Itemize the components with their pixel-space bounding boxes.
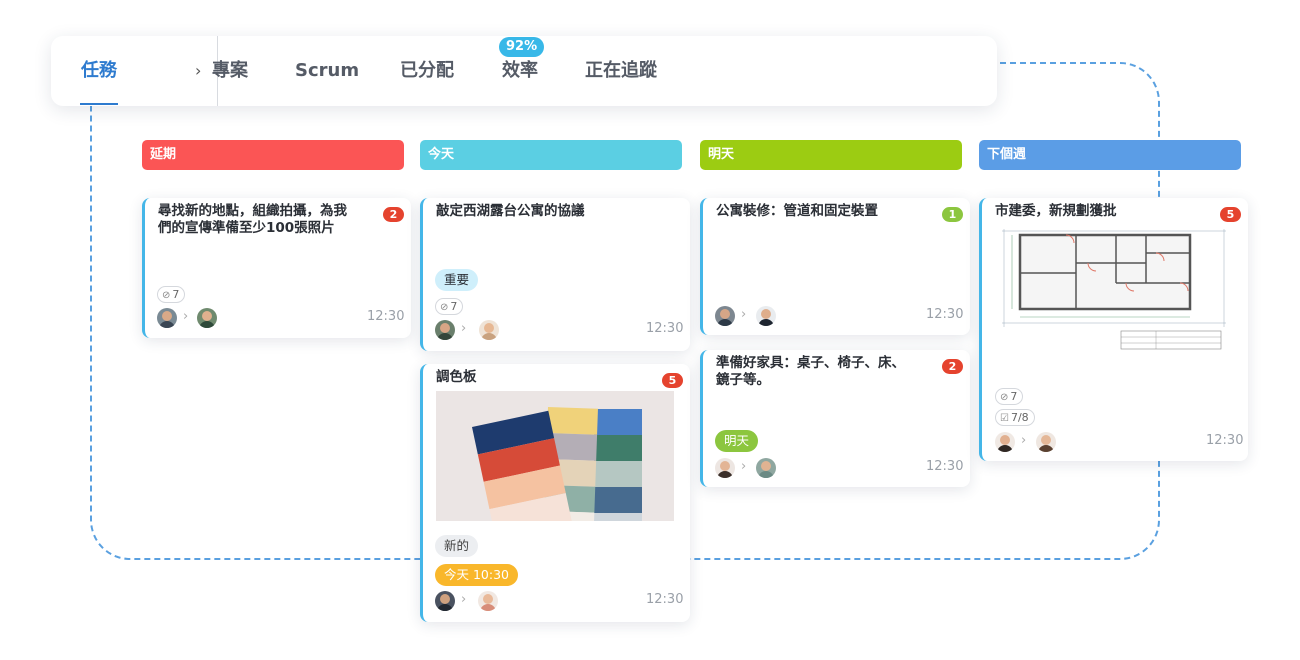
chevron-right-icon: › xyxy=(741,307,747,322)
floor-plan-drawing xyxy=(996,223,1234,353)
due-time: 12:30 xyxy=(926,459,964,474)
chevron-right-icon: › xyxy=(1021,433,1027,448)
task-card-agreement[interactable]: 敲定西湖露台公寓的協議 重要 ⊘ 7 › 12:30 xyxy=(420,198,690,351)
attachment-chip[interactable]: ⊘ 7 xyxy=(995,388,1024,405)
chevron-right-icon[interactable]: › xyxy=(195,36,201,106)
column-header-today: 今天 xyxy=(420,140,682,170)
chevron-right-icon: › xyxy=(183,309,189,324)
card-title: 尋找新的地點，組織拍攝，為我 們的宣傳準備至少100張照片 xyxy=(158,203,347,236)
task-card-planning-approval[interactable]: 市建委，新規劃獲批 5 ⊘ 7 ☑ 7/8 › 12:30 xyxy=(979,198,1248,461)
task-card-palette[interactable]: 調色板 5 新的 今天 10:30 › 12:30 xyxy=(420,364,690,622)
checklist-chip[interactable]: ☑ 7/8 xyxy=(995,409,1035,426)
tab-tracking[interactable]: 正在追蹤 xyxy=(585,36,657,106)
avatar[interactable] xyxy=(756,306,776,326)
task-card-plumbing[interactable]: 公寓裝修：管道和固定裝置 1 › 12:30 xyxy=(700,198,970,335)
card-title: 準備好家具：桌子、椅子、床、 鏡子等。 xyxy=(716,355,905,388)
comment-count-badge: 1 xyxy=(942,207,963,222)
due-tag: 明天 xyxy=(715,430,759,452)
card-title: 調色板 xyxy=(436,369,477,385)
comment-count-badge: 2 xyxy=(942,359,963,374)
avatar[interactable] xyxy=(157,308,177,328)
tab-tasks[interactable]: 任務 xyxy=(81,36,117,106)
comment-count-badge: 2 xyxy=(383,207,404,222)
avatar[interactable] xyxy=(715,458,735,478)
avatar[interactable] xyxy=(197,308,217,328)
avatar[interactable] xyxy=(1036,432,1056,452)
avatar[interactable] xyxy=(478,591,498,611)
tab-projects[interactable]: 專案 xyxy=(212,36,248,106)
floor-plan-image xyxy=(996,223,1234,353)
priority-tag: 重要 xyxy=(435,269,479,291)
due-time: 12:30 xyxy=(367,309,405,324)
avatar[interactable] xyxy=(435,320,455,340)
avatar[interactable] xyxy=(756,458,776,478)
avatar[interactable] xyxy=(715,306,735,326)
avatar[interactable] xyxy=(479,320,499,340)
avatar[interactable] xyxy=(435,591,455,611)
status-tag: 新的 xyxy=(435,535,479,557)
tab-scrum[interactable]: Scrum xyxy=(295,36,359,106)
due-time: 12:30 xyxy=(926,307,964,322)
paperclip-icon: ⊘ xyxy=(162,290,171,301)
kanban-board: 任務 › 專案 Scrum 已分配 效率 正在追蹤 92% 延期 今天 明天 下… xyxy=(0,0,1300,660)
comment-count-badge: 5 xyxy=(1220,207,1241,222)
column-header-tomorrow: 明天 xyxy=(700,140,962,170)
paperclip-icon: ⊘ xyxy=(1000,392,1009,403)
attachment-chip[interactable]: ⊘ 7 xyxy=(157,286,186,303)
column-header-next-week: 下個週 xyxy=(979,140,1241,170)
checkbox-icon: ☑ xyxy=(1000,413,1009,424)
active-tab-indicator xyxy=(80,103,118,105)
column-header-overdue: 延期 xyxy=(142,140,404,170)
palette-image xyxy=(436,391,674,521)
card-title: 市建委，新規劃獲批 xyxy=(995,203,1117,219)
due-time: 12:30 xyxy=(646,321,684,336)
card-title: 公寓裝修：管道和固定裝置 xyxy=(716,203,878,219)
task-card-furniture[interactable]: 準備好家具：桌子、椅子、床、 鏡子等。 2 明天 › 12:30 xyxy=(700,350,970,487)
chevron-right-icon: › xyxy=(741,459,747,474)
chevron-right-icon: › xyxy=(461,592,467,607)
card-title: 敲定西湖露台公寓的協議 xyxy=(436,203,585,219)
task-card-location-shoot[interactable]: 尋找新的地點，組織拍攝，為我 們的宣傳準備至少100張照片 2 ⊘ 7 › 12:… xyxy=(142,198,411,338)
due-time: 12:30 xyxy=(1206,433,1244,448)
color-swatches-image xyxy=(436,391,674,521)
comment-count-badge: 5 xyxy=(662,373,683,388)
paperclip-icon: ⊘ xyxy=(440,302,449,313)
chevron-right-icon: › xyxy=(461,321,467,336)
avatar[interactable] xyxy=(995,432,1015,452)
attachment-chip[interactable]: ⊘ 7 xyxy=(435,298,464,315)
due-tag: 今天 10:30 xyxy=(435,564,518,586)
tab-assigned[interactable]: 已分配 xyxy=(400,36,454,106)
efficiency-badge: 92% xyxy=(499,37,545,57)
due-time: 12:30 xyxy=(646,592,684,607)
